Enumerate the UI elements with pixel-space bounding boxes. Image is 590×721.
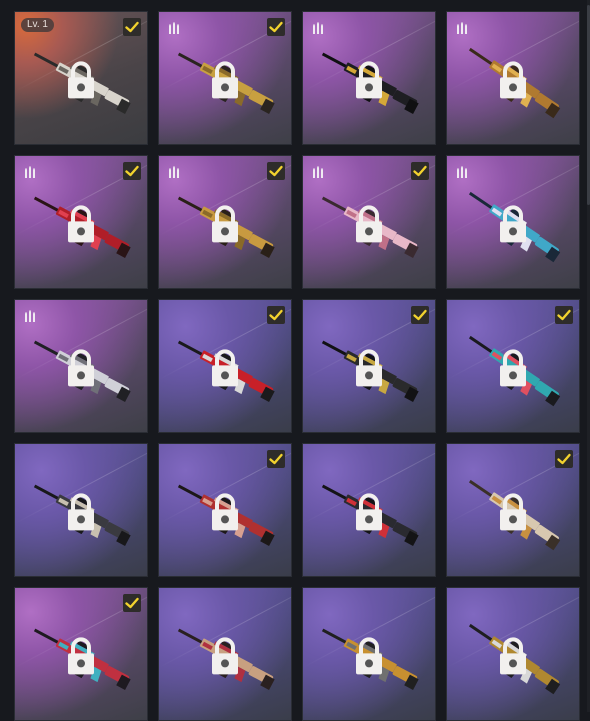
skin-card[interactable] xyxy=(446,443,580,577)
padlock-icon xyxy=(500,205,526,243)
ammo-tier-icon xyxy=(313,22,323,34)
skin-card[interactable] xyxy=(158,299,292,433)
skin-card[interactable] xyxy=(14,587,148,721)
padlock-icon xyxy=(212,205,238,243)
owned-checkmark-icon xyxy=(411,162,429,180)
skin-card[interactable] xyxy=(14,443,148,577)
ammo-tier-icon xyxy=(457,166,467,178)
padlock-icon xyxy=(500,637,526,675)
padlock-icon xyxy=(68,205,94,243)
ammo-tier-icon xyxy=(25,166,35,178)
owned-checkmark-icon xyxy=(123,18,141,36)
skin-card[interactable] xyxy=(446,155,580,289)
padlock-icon xyxy=(212,349,238,387)
ammo-tier-icon xyxy=(457,22,467,34)
owned-checkmark-icon xyxy=(267,18,285,36)
padlock-icon xyxy=(356,61,382,99)
padlock-icon xyxy=(68,61,94,99)
skin-card[interactable] xyxy=(302,299,436,433)
skin-card[interactable]: Lv. 1 xyxy=(14,11,148,145)
skin-card[interactable] xyxy=(158,443,292,577)
padlock-icon xyxy=(68,349,94,387)
skin-card[interactable] xyxy=(302,443,436,577)
ammo-tier-icon xyxy=(169,166,179,178)
padlock-icon xyxy=(212,637,238,675)
skin-card[interactable] xyxy=(14,299,148,433)
skin-card[interactable] xyxy=(158,155,292,289)
ammo-tier-icon xyxy=(313,166,323,178)
padlock-icon xyxy=(212,61,238,99)
owned-checkmark-icon xyxy=(123,162,141,180)
padlock-icon xyxy=(212,493,238,531)
skin-card[interactable] xyxy=(302,11,436,145)
padlock-icon xyxy=(500,61,526,99)
padlock-icon xyxy=(500,493,526,531)
owned-checkmark-icon xyxy=(267,162,285,180)
padlock-icon xyxy=(68,637,94,675)
padlock-icon xyxy=(68,493,94,531)
owned-checkmark-icon xyxy=(267,450,285,468)
skin-card[interactable] xyxy=(302,155,436,289)
owned-checkmark-icon xyxy=(123,594,141,612)
skin-card[interactable] xyxy=(446,587,580,721)
ammo-tier-icon xyxy=(169,22,179,34)
skin-card[interactable] xyxy=(158,587,292,721)
ammo-tier-icon xyxy=(25,310,35,322)
skin-card[interactable] xyxy=(14,155,148,289)
skin-card[interactable] xyxy=(446,299,580,433)
owned-checkmark-icon xyxy=(555,306,573,324)
skin-card[interactable] xyxy=(158,11,292,145)
level-badge: Lv. 1 xyxy=(21,18,54,32)
padlock-icon xyxy=(356,205,382,243)
skin-grid: Lv. 1 xyxy=(14,11,580,721)
owned-checkmark-icon xyxy=(411,306,429,324)
owned-checkmark-icon xyxy=(555,450,573,468)
padlock-icon xyxy=(356,349,382,387)
owned-checkmark-icon xyxy=(267,306,285,324)
skin-card[interactable] xyxy=(446,11,580,145)
padlock-icon xyxy=(500,349,526,387)
skin-card[interactable] xyxy=(302,587,436,721)
padlock-icon xyxy=(356,493,382,531)
padlock-icon xyxy=(356,637,382,675)
